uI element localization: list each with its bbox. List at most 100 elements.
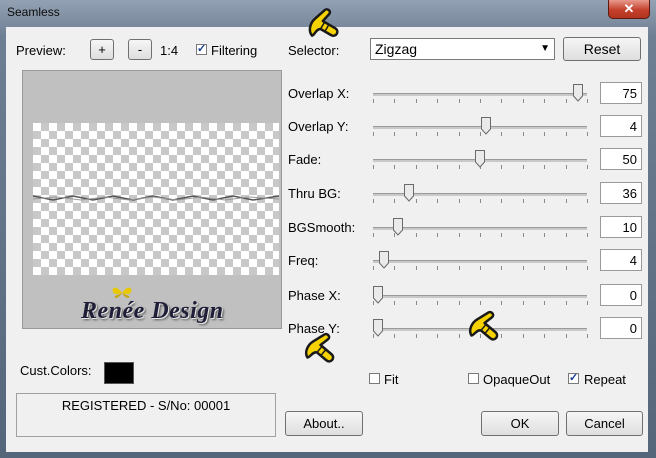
slider-tick: [459, 99, 460, 103]
repeat-checkbox[interactable]: ✓: [568, 372, 579, 384]
check-mark-icon: ✓: [197, 43, 207, 55]
slider-tick: [544, 132, 545, 136]
slider-thumb[interactable]: [404, 184, 414, 202]
slider-tick: [373, 165, 374, 169]
slider-tick: [544, 233, 545, 237]
slider-tick: [394, 99, 395, 103]
slider-tick: [523, 199, 524, 203]
slider-thumb[interactable]: [379, 251, 389, 269]
slider-tick: [523, 301, 524, 305]
slider-tick: [587, 301, 588, 305]
slider-track[interactable]: [373, 93, 587, 96]
slider-track[interactable]: [373, 260, 587, 263]
slider-tick: [459, 132, 460, 136]
logo-watermark: Renée Design: [81, 298, 224, 324]
slider-value-field[interactable]: 4: [600, 249, 642, 271]
slider-thumb[interactable]: [573, 84, 583, 102]
slider-track[interactable]: [373, 295, 587, 298]
filtering-checkbox[interactable]: ✓: [196, 43, 207, 55]
slider-tick: [544, 266, 545, 270]
about-button[interactable]: About..: [285, 411, 363, 436]
slider-value-field[interactable]: 10: [600, 216, 642, 238]
slider-thumb[interactable]: [481, 117, 491, 135]
slider-tick: [501, 233, 502, 237]
slider-tick: [459, 165, 460, 169]
preview-panel[interactable]: Renée Design: [22, 70, 282, 329]
slider-tick: [566, 301, 567, 305]
slider-value-field[interactable]: 75: [600, 82, 642, 104]
slider-tick: [587, 266, 588, 270]
slider-tick: [480, 233, 481, 237]
slider-tick: [373, 199, 374, 203]
slider-tick: [587, 334, 588, 338]
cancel-button[interactable]: Cancel: [566, 411, 643, 436]
close-button[interactable]: ✕: [608, 0, 650, 19]
zigzag-preview-line: [33, 195, 279, 201]
fit-label: Fit: [384, 372, 399, 387]
slider-tick: [373, 266, 374, 270]
slider-tick: [437, 334, 438, 338]
slider-tick: [394, 334, 395, 338]
slider-tick: [523, 132, 524, 136]
window-title: Seamless: [7, 5, 60, 19]
slider-tick: [501, 132, 502, 136]
slider-tick: [587, 165, 588, 169]
slider-tick: [523, 266, 524, 270]
registration-box: REGISTERED - S/No: 00001: [16, 393, 276, 437]
slider-label: BGSmooth:: [288, 220, 356, 235]
slider-thumb[interactable]: [393, 218, 403, 236]
slider-value-field[interactable]: 0: [600, 284, 642, 306]
opaqueout-checkbox[interactable]: [468, 373, 479, 384]
slider-label: Overlap Y:: [288, 119, 349, 134]
slider-label: Fade:: [288, 152, 322, 167]
slider-label: Freq:: [288, 253, 319, 268]
slider-tick: [416, 266, 417, 270]
slider-tick: [394, 132, 395, 136]
slider-tick: [566, 132, 567, 136]
ok-button[interactable]: OK: [481, 411, 559, 436]
slider-tick: [566, 266, 567, 270]
filtering-label: Filtering: [211, 43, 258, 58]
slider-tick: [501, 99, 502, 103]
slider-tick: [587, 132, 588, 136]
slider-tick: [437, 233, 438, 237]
pointing-hand-icon: [468, 310, 499, 341]
slider-thumb[interactable]: [373, 286, 383, 304]
slider-tick: [587, 199, 588, 203]
slider-thumb[interactable]: [475, 150, 485, 168]
slider-tick: [394, 199, 395, 203]
opaqueout-label: OpaqueOut: [483, 372, 551, 387]
slider-tick: [437, 266, 438, 270]
dialog-body: Preview: + - 1:4 ✓ Filtering Renée Desig…: [6, 8, 648, 452]
slider-tick: [523, 99, 524, 103]
slider-tick: [437, 301, 438, 305]
slider-tick: [544, 334, 545, 338]
preview-label: Preview:: [16, 43, 66, 58]
slider-tick: [480, 266, 481, 270]
slider-tick: [416, 99, 417, 103]
zoom-out-button[interactable]: -: [128, 39, 152, 60]
slider-tick: [416, 165, 417, 169]
slider-track[interactable]: [373, 126, 587, 129]
slider-tick: [437, 199, 438, 203]
slider-tick: [566, 199, 567, 203]
fit-checkbox[interactable]: [369, 373, 380, 384]
slider-tick: [394, 301, 395, 305]
slider-value-field[interactable]: 0: [600, 317, 642, 339]
pointing-hand-icon: [308, 8, 339, 37]
slider-tick: [587, 99, 588, 103]
slider-tick: [566, 99, 567, 103]
slider-thumb[interactable]: [373, 319, 383, 337]
slider-tick: [459, 199, 460, 203]
slider-tick: [566, 334, 567, 338]
slider-value-field[interactable]: 4: [600, 115, 642, 137]
slider-value-field[interactable]: 36: [600, 182, 642, 204]
slider-tick: [416, 132, 417, 136]
selector-dropdown[interactable]: Zigzag ▼: [370, 38, 555, 60]
color-swatch[interactable]: [104, 362, 134, 384]
slider-track[interactable]: [373, 227, 587, 230]
reset-button[interactable]: Reset: [563, 37, 641, 61]
zoom-in-button[interactable]: +: [90, 39, 114, 60]
slider-value-field[interactable]: 50: [600, 148, 642, 170]
slider-tick: [544, 301, 545, 305]
